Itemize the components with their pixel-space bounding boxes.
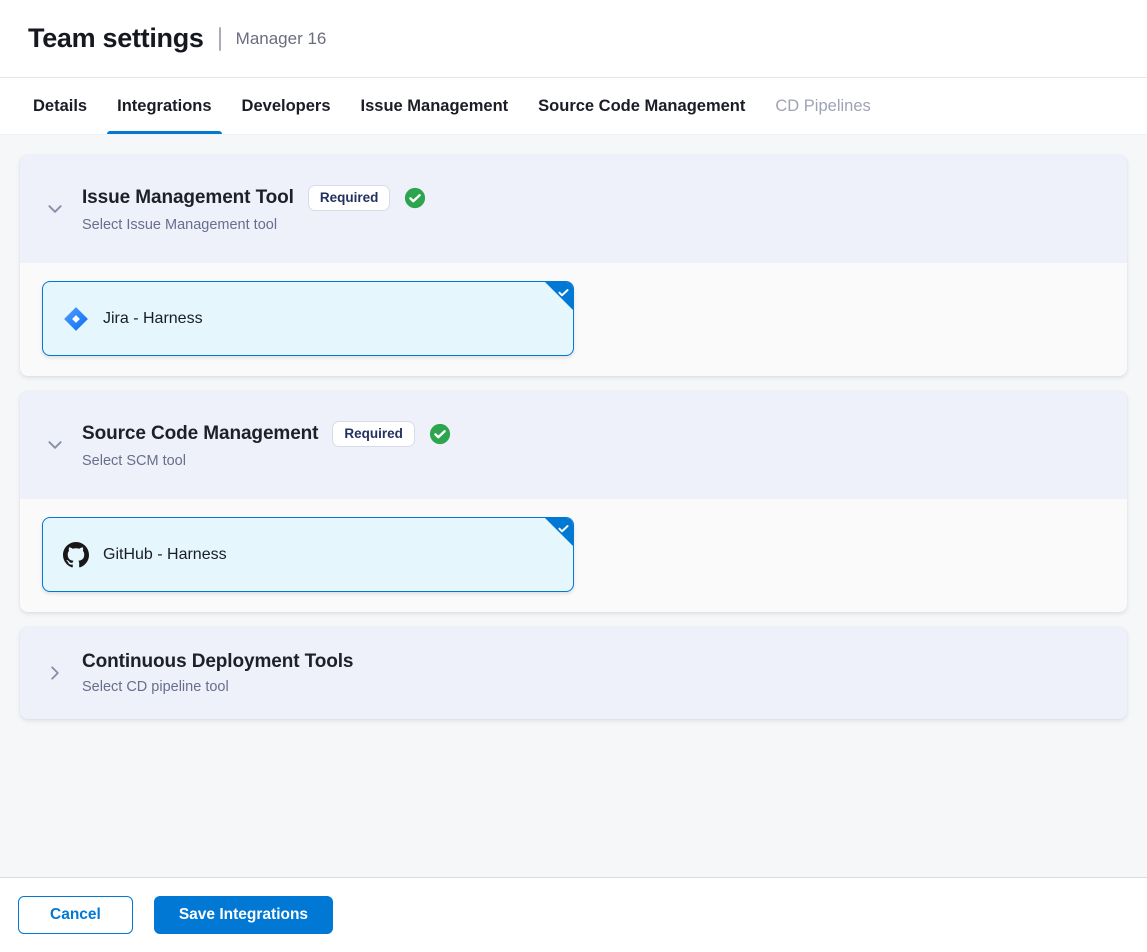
selected-check-icon bbox=[557, 522, 570, 535]
section-cd-header[interactable]: Continuous Deployment Tools Select CD pi… bbox=[20, 627, 1127, 719]
tab-issue-management[interactable]: Issue Management bbox=[351, 78, 519, 134]
integrations-content: Issue Management Tool Required Select Is… bbox=[0, 135, 1147, 877]
check-circle-icon bbox=[429, 423, 451, 445]
tool-card-label: Jira - Harness bbox=[103, 310, 203, 328]
check-circle-icon bbox=[404, 187, 426, 209]
section-title: Issue Management Tool bbox=[82, 187, 294, 209]
chevron-right-icon bbox=[46, 664, 64, 682]
section-subtitle: Select Issue Management tool bbox=[82, 217, 426, 233]
section-source-code-management: Source Code Management Required Select S… bbox=[20, 391, 1127, 612]
footer-action-bar: Cancel Save Integrations bbox=[0, 877, 1147, 952]
title-divider bbox=[219, 27, 221, 51]
cancel-button[interactable]: Cancel bbox=[18, 896, 133, 934]
section-continuous-deployment-tools: Continuous Deployment Tools Select CD pi… bbox=[20, 627, 1127, 719]
tab-cd-pipelines: CD Pipelines bbox=[765, 78, 880, 134]
save-integrations-button[interactable]: Save Integrations bbox=[154, 896, 333, 934]
tab-integrations[interactable]: Integrations bbox=[107, 78, 221, 134]
section-title: Continuous Deployment Tools bbox=[82, 651, 353, 673]
section-scm-header[interactable]: Source Code Management Required Select S… bbox=[20, 391, 1127, 499]
settings-tab-bar: Details Integrations Developers Issue Ma… bbox=[0, 78, 1147, 135]
section-subtitle: Select CD pipeline tool bbox=[82, 679, 353, 695]
page-header: Team settings Manager 16 bbox=[0, 0, 1147, 78]
page-context-label: Manager 16 bbox=[236, 29, 327, 49]
tab-details[interactable]: Details bbox=[23, 78, 97, 134]
tool-card-label: GitHub - Harness bbox=[103, 546, 227, 564]
tool-card-jira[interactable]: Jira - Harness bbox=[42, 281, 574, 356]
tab-developers[interactable]: Developers bbox=[232, 78, 341, 134]
github-icon bbox=[63, 542, 89, 568]
chevron-down-icon bbox=[46, 200, 64, 218]
tab-source-code-management[interactable]: Source Code Management bbox=[528, 78, 755, 134]
section-issue-management-tool: Issue Management Tool Required Select Is… bbox=[20, 155, 1127, 376]
selected-check-icon bbox=[557, 286, 570, 299]
section-title: Source Code Management bbox=[82, 423, 318, 445]
required-badge: Required bbox=[308, 185, 391, 211]
page-title: Team settings bbox=[28, 23, 204, 54]
section-subtitle: Select SCM tool bbox=[82, 453, 451, 469]
chevron-down-icon bbox=[46, 436, 64, 454]
team-settings-page: Team settings Manager 16 Details Integra… bbox=[0, 0, 1147, 952]
tool-card-github[interactable]: GitHub - Harness bbox=[42, 517, 574, 592]
required-badge: Required bbox=[332, 421, 415, 447]
section-issue-management-header[interactable]: Issue Management Tool Required Select Is… bbox=[20, 155, 1127, 263]
jira-icon bbox=[63, 306, 89, 332]
